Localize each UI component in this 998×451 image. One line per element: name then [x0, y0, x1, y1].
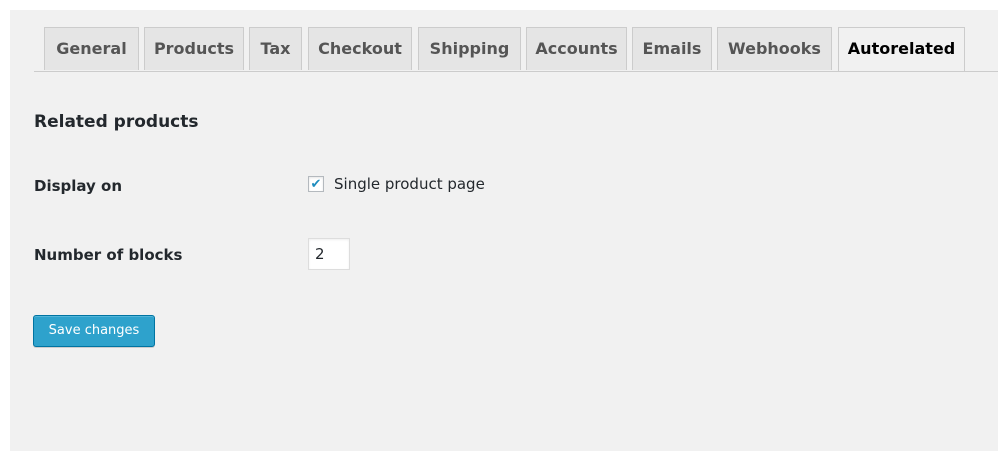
tab-general[interactable]: General: [44, 27, 139, 70]
checkmark-icon: ✔: [310, 176, 322, 192]
tab-webhooks[interactable]: Webhooks: [717, 27, 832, 70]
settings-tabs: General Products Tax Checkout Shipping A…: [34, 27, 998, 72]
tab-accounts[interactable]: Accounts: [526, 27, 627, 70]
tab-autorelated[interactable]: Autorelated: [838, 27, 965, 71]
single-product-page-option[interactable]: ✔ Single product page: [308, 175, 485, 193]
tab-products[interactable]: Products: [144, 27, 244, 70]
tab-emails[interactable]: Emails: [632, 27, 712, 70]
section-title: Related products: [34, 112, 199, 132]
single-product-page-label[interactable]: Single product page: [334, 175, 485, 193]
tab-checkout[interactable]: Checkout: [308, 27, 412, 70]
save-button[interactable]: Save changes: [33, 315, 155, 347]
tab-shipping[interactable]: Shipping: [418, 27, 521, 70]
display-on-label: Display on: [34, 177, 123, 195]
number-of-blocks-label: Number of blocks: [34, 246, 183, 264]
settings-panel: General Products Tax Checkout Shipping A…: [10, 10, 998, 451]
single-product-page-checkbox[interactable]: ✔: [308, 176, 324, 192]
tab-tax[interactable]: Tax: [249, 27, 302, 70]
number-of-blocks-input[interactable]: [308, 238, 350, 270]
